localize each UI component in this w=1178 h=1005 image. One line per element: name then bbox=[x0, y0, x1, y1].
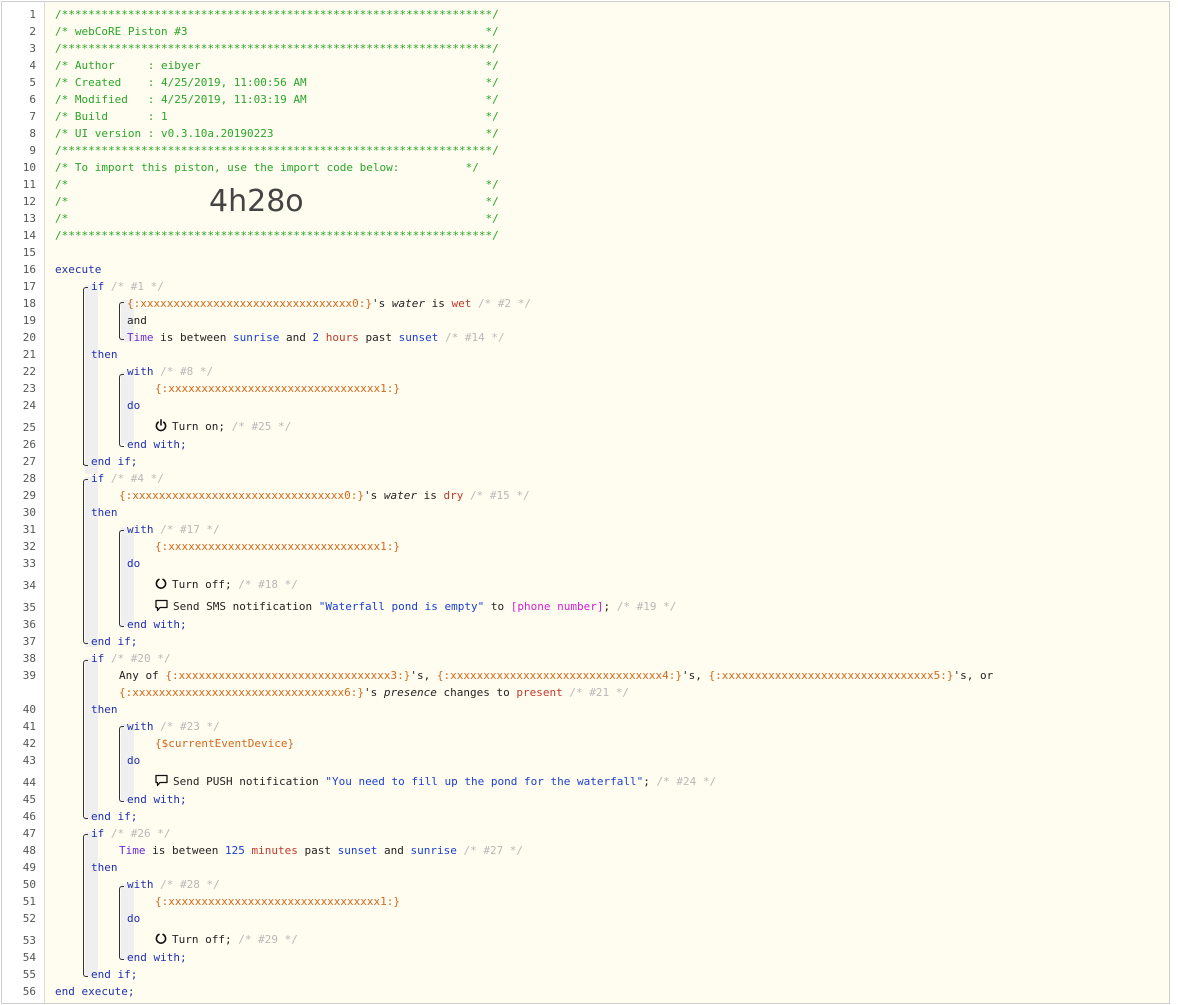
code-line: if /* #4 */ bbox=[91, 472, 164, 485]
keyword-end-with: end with; bbox=[127, 951, 187, 964]
code-line: Turn on; /* #25 */ bbox=[155, 419, 291, 433]
keyword-end-with: end with; bbox=[127, 438, 187, 451]
keyword-end-if: end if; bbox=[91, 810, 138, 823]
device-reference: {$currentEventDevice} bbox=[155, 737, 295, 750]
code-line: /* Build : 1 */ bbox=[55, 110, 499, 123]
keyword-then: then bbox=[91, 703, 118, 716]
code-line: {:xxxxxxxxxxxxxxxxxxxxxxxxxxxxxxxx6:}'s … bbox=[119, 686, 629, 699]
code-line: Time is between sunrise and 2 hours past… bbox=[127, 331, 505, 344]
code-line: and bbox=[127, 314, 147, 327]
keyword-execute: execute bbox=[55, 263, 102, 276]
keyword-then: then bbox=[91, 861, 118, 874]
code-line: Turn off; /* #29 */ bbox=[155, 932, 298, 946]
device-reference: {:xxxxxxxxxxxxxxxxxxxxxxxxxxxxxxxx1:} bbox=[155, 540, 401, 553]
code-area: /***************************************… bbox=[2, 2, 1169, 1003]
keyword-then: then bbox=[91, 348, 118, 361]
code-line: /* Created : 4/25/2019, 11:00:56 AM */ bbox=[55, 76, 499, 89]
keyword-do: do bbox=[127, 557, 141, 570]
device-reference: {:xxxxxxxxxxxxxxxxxxxxxxxxxxxxxxxx1:} bbox=[155, 382, 401, 395]
code-line: if /* #26 */ bbox=[91, 827, 171, 840]
keyword-then: then bbox=[91, 506, 118, 519]
code-line: /***************************************… bbox=[55, 42, 499, 55]
code-line: Send SMS notification "Waterfall pond is… bbox=[155, 599, 676, 613]
code-line: with /* #23 */ bbox=[127, 720, 220, 733]
code-line: /* Author : eibyer */ bbox=[55, 59, 499, 72]
keyword-do: do bbox=[127, 912, 141, 925]
code-line: /***************************************… bbox=[55, 144, 499, 157]
power-on-icon bbox=[155, 419, 167, 436]
piston-code-view: 1 2 3 4 5 6 7 8 9 10 11 12 13 14 15 16 17 18 19 20 21 22 23 24 2… bbox=[1, 1, 1170, 1004]
code-line: /***************************************… bbox=[55, 229, 499, 242]
keyword-do: do bbox=[127, 754, 141, 767]
import-code[interactable]: 4h28o bbox=[209, 184, 304, 219]
code-line: {:xxxxxxxxxxxxxxxxxxxxxxxxxxxxxxxx0:}'s … bbox=[119, 489, 530, 502]
keyword-end-with: end with; bbox=[127, 618, 187, 631]
keyword-end-if: end if; bbox=[91, 968, 138, 981]
keyword-do: do bbox=[127, 399, 141, 412]
message-icon bbox=[155, 599, 168, 616]
code-line: /* Modified : 4/25/2019, 11:03:19 AM */ bbox=[55, 93, 499, 106]
code-line: with /* #17 */ bbox=[127, 523, 220, 536]
power-off-icon bbox=[155, 577, 167, 594]
code-line: if /* #20 */ bbox=[91, 652, 171, 665]
code-line: Turn off; /* #18 */ bbox=[155, 577, 298, 591]
code-line: Any of {:xxxxxxxxxxxxxxxxxxxxxxxxxxxxxxx… bbox=[119, 669, 994, 682]
device-reference: {:xxxxxxxxxxxxxxxxxxxxxxxxxxxxxxxx1:} bbox=[155, 895, 401, 908]
code-line: /* webCoRE Piston #3 */ bbox=[55, 25, 499, 38]
code-line: /***************************************… bbox=[55, 8, 499, 21]
code-line: {:xxxxxxxxxxxxxxxxxxxxxxxxxxxxxxxx0:}'s … bbox=[127, 297, 532, 310]
keyword-end-execute: end execute; bbox=[55, 985, 135, 998]
code-line: Send PUSH notification "You need to fill… bbox=[155, 774, 716, 788]
message-icon bbox=[155, 774, 168, 791]
keyword-end-if: end if; bbox=[91, 635, 138, 648]
code-line: /* To import this piston, use the import… bbox=[55, 161, 479, 174]
code-line: /* UI version : v0.3.10a.20190223 */ bbox=[55, 127, 499, 140]
keyword-end-with: end with; bbox=[127, 793, 187, 806]
code-line: Time is between 125 minutes past sunset … bbox=[119, 844, 524, 857]
code-line: with /* #8 */ bbox=[127, 365, 214, 378]
keyword-end-if: end if; bbox=[91, 455, 138, 468]
code-line: with /* #28 */ bbox=[127, 878, 220, 891]
code-line: if /* #1 */ bbox=[91, 280, 164, 293]
power-off-icon bbox=[155, 932, 167, 949]
